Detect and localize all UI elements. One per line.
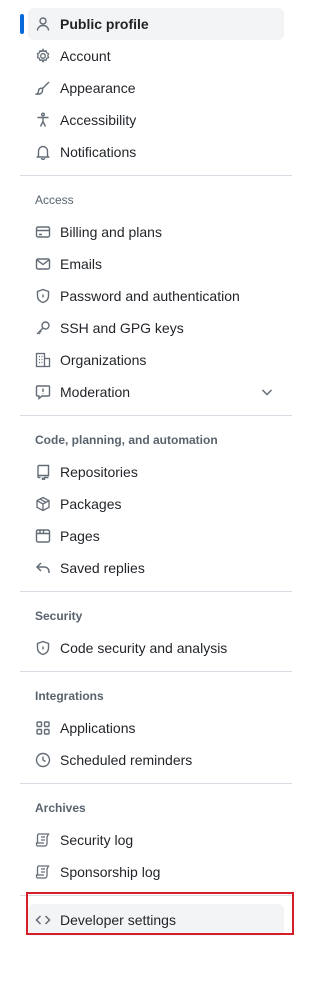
nav-item-appearance[interactable]: Appearance (28, 72, 284, 104)
nav-item-label: Public profile (60, 16, 149, 32)
divider (20, 783, 292, 784)
nav-item-notifications[interactable]: Notifications (28, 136, 284, 168)
shield-lock-icon (35, 288, 51, 304)
reply-icon (35, 560, 51, 576)
nav-item-label: Emails (60, 256, 103, 272)
nav-item-account[interactable]: Account (28, 40, 284, 72)
nav-item-label: Security log (60, 832, 134, 848)
nav-item-label: Accessibility (60, 112, 137, 128)
log-icon (35, 864, 51, 880)
nav-item-label: Billing and plans (60, 224, 162, 240)
bell-icon (35, 144, 51, 160)
nav-item-applications[interactable]: Applications (28, 712, 284, 744)
nav-item-label: SSH and GPG keys (60, 320, 184, 336)
paintbrush-icon (35, 80, 51, 96)
nav-item-label: Moderation (60, 384, 131, 400)
nav-item-security-log[interactable]: Security log (28, 824, 284, 856)
repo-icon (35, 464, 51, 480)
nav-item-saved-replies[interactable]: Saved replies (28, 552, 284, 584)
nav-item-label: Organizations (60, 352, 147, 368)
nav-item-billing[interactable]: Billing and plans (28, 216, 284, 248)
nav-item-public-profile[interactable]: Public profile (20, 8, 284, 40)
nav-item-code-security[interactable]: Code security and analysis (28, 632, 284, 664)
nav-item-pages[interactable]: Pages (28, 520, 284, 552)
highlight-box (26, 892, 294, 935)
divider (20, 175, 292, 176)
apps-icon (35, 720, 51, 736)
credit-card-icon (35, 224, 51, 240)
report-icon (35, 384, 51, 400)
browser-icon (35, 528, 51, 544)
divider (20, 671, 292, 672)
nav-item-label: Pages (60, 528, 100, 544)
nav-item-repositories[interactable]: Repositories (28, 456, 284, 488)
nav-item-ssh-gpg[interactable]: SSH and GPG keys (28, 312, 284, 344)
group-title-archives: Archives (35, 801, 86, 815)
accessibility-icon (35, 112, 51, 128)
settings-sidebar: Public profile Account Appearance Access… (0, 0, 311, 936)
nav-item-label: Repositories (60, 464, 138, 480)
nav-item-label: Appearance (60, 80, 136, 96)
nav-item-organizations[interactable]: Organizations (28, 344, 284, 376)
nav-item-password[interactable]: Password and authentication (28, 280, 284, 312)
nav-item-moderation[interactable]: Moderation (28, 376, 284, 408)
log-icon (35, 832, 51, 848)
shield-lock-icon (35, 640, 51, 656)
person-icon (35, 16, 51, 32)
divider (20, 415, 292, 416)
nav-item-label: Saved replies (60, 560, 145, 576)
key-icon (35, 320, 51, 336)
mail-icon (35, 256, 51, 272)
active-indicator (20, 14, 24, 34)
chevron-down-icon[interactable] (259, 384, 275, 400)
nav-item-label: Password and authentication (60, 288, 240, 304)
nav-item-label: Sponsorship log (60, 864, 161, 880)
package-icon (35, 496, 51, 512)
nav-item-label: Packages (60, 496, 122, 512)
nav-item-label: Applications (60, 720, 136, 736)
organization-icon (35, 352, 51, 368)
group-title-access: Access (35, 193, 74, 207)
nav-item-accessibility[interactable]: Accessibility (28, 104, 284, 136)
nav-item-emails[interactable]: Emails (28, 248, 284, 280)
nav-item-packages[interactable]: Packages (28, 488, 284, 520)
group-title-integrations: Integrations (35, 689, 104, 703)
nav-item-label: Code security and analysis (60, 640, 228, 656)
nav-item-label: Scheduled reminders (60, 752, 193, 768)
group-title-code: Code, planning, and automation (35, 433, 218, 447)
gear-icon (35, 48, 51, 64)
nav-item-sponsorship-log[interactable]: Sponsorship log (28, 856, 284, 888)
nav-item-label: Account (60, 48, 111, 64)
nav-item-label: Notifications (60, 144, 137, 160)
group-title-security: Security (35, 609, 83, 623)
divider (20, 591, 292, 592)
nav-item-scheduled-reminders[interactable]: Scheduled reminders (28, 744, 284, 776)
clock-icon (35, 752, 51, 768)
